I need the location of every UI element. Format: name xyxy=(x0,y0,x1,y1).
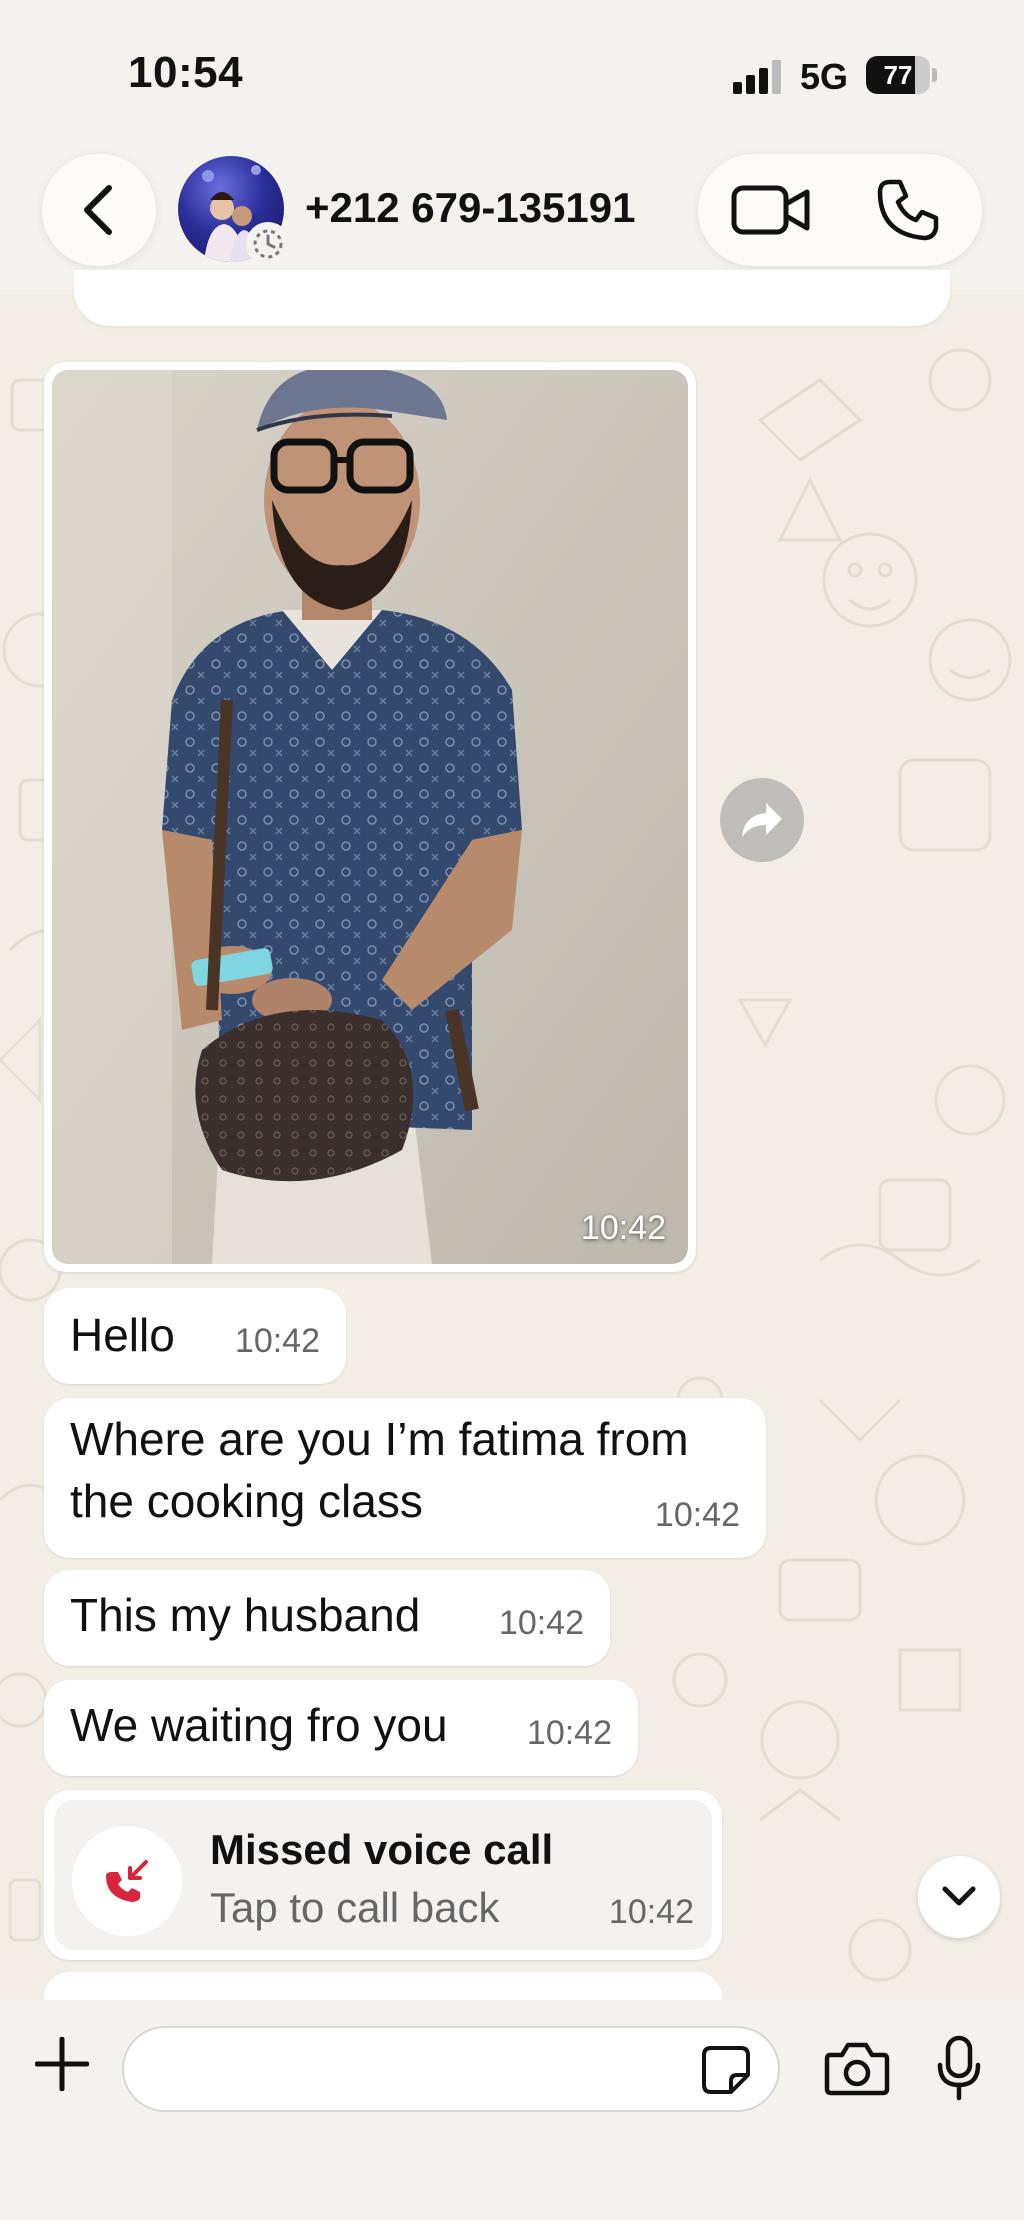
cellular-signal-icon xyxy=(733,60,781,94)
video-camera-icon xyxy=(731,185,810,235)
message-photo[interactable]: 10:42 xyxy=(52,370,688,1264)
phone-icon xyxy=(877,179,939,241)
missed-call-icon-badge xyxy=(72,1826,182,1936)
message-time: 10:42 xyxy=(526,1714,612,1752)
attach-button[interactable] xyxy=(30,2032,94,2096)
video-call-button[interactable] xyxy=(726,178,816,242)
battery-nub xyxy=(932,68,937,82)
message-input[interactable] xyxy=(122,2026,780,2112)
missed-call-card[interactable]: Missed voice call Tap to call back 10:42 xyxy=(54,1800,712,1950)
missed-call-time: 10:42 xyxy=(608,1893,694,1931)
message-time: 10:42 xyxy=(234,1322,320,1360)
scroll-to-bottom-button[interactable] xyxy=(918,1856,1000,1938)
missed-call-title: Missed voice call xyxy=(210,1826,554,1873)
message-text: Hello xyxy=(70,1309,175,1361)
microphone-button[interactable] xyxy=(930,2030,988,2106)
camera-button[interactable] xyxy=(820,2034,894,2104)
missed-call-subtitle: Tap to call back xyxy=(210,1884,500,1931)
previous-message-bubble xyxy=(74,270,950,326)
camera-icon xyxy=(824,2042,890,2096)
message-bubble[interactable]: Hello 10:42 xyxy=(44,1288,346,1384)
message-bubble[interactable]: Where are you I’m fatima from the cookin… xyxy=(44,1398,766,1558)
plus-icon xyxy=(35,2037,89,2091)
missed-call-message[interactable]: Missed voice call Tap to call back 10:42 xyxy=(44,1790,722,1960)
message-time: 10:42 xyxy=(498,1604,584,1642)
sticker-button[interactable] xyxy=(696,2040,756,2100)
message-text: Where are you I’m fatima from the cookin… xyxy=(70,1413,689,1527)
forward-arrow-icon xyxy=(742,803,782,837)
chevron-left-icon xyxy=(84,185,112,235)
disappearing-timer-icon xyxy=(246,222,290,266)
message-bubble[interactable]: This my husband 10:42 xyxy=(44,1570,610,1666)
sticker-icon xyxy=(702,2046,750,2094)
microphone-icon xyxy=(937,2035,981,2101)
status-time: 10:54 xyxy=(128,48,244,97)
chevron-down-icon xyxy=(942,1886,976,1906)
message-time: 10:42 xyxy=(654,1496,740,1534)
photo-man-in-denim-shirt xyxy=(52,370,688,1264)
voice-call-button[interactable] xyxy=(868,174,948,246)
network-type: 5G xyxy=(800,56,849,97)
battery-icon: 77 xyxy=(866,56,930,94)
contact-name[interactable]: +212 679-135191 xyxy=(305,184,635,232)
call-actions xyxy=(698,154,982,266)
forward-button[interactable] xyxy=(720,778,804,862)
photo-timestamp: 10:42 xyxy=(580,1209,666,1247)
missed-call-icon xyxy=(106,1860,148,1902)
next-message-bubble xyxy=(44,1972,722,2002)
status-bar: 10:54 5G 77 xyxy=(0,0,1024,140)
message-bubble[interactable]: We waiting fro you 10:42 xyxy=(44,1680,638,1776)
back-button[interactable] xyxy=(42,154,156,266)
message-text: We waiting fro you xyxy=(70,1699,448,1751)
image-message[interactable]: 10:42 xyxy=(44,362,696,1272)
battery-percentage: 77 xyxy=(883,59,913,90)
message-text: This my husband xyxy=(70,1589,421,1641)
